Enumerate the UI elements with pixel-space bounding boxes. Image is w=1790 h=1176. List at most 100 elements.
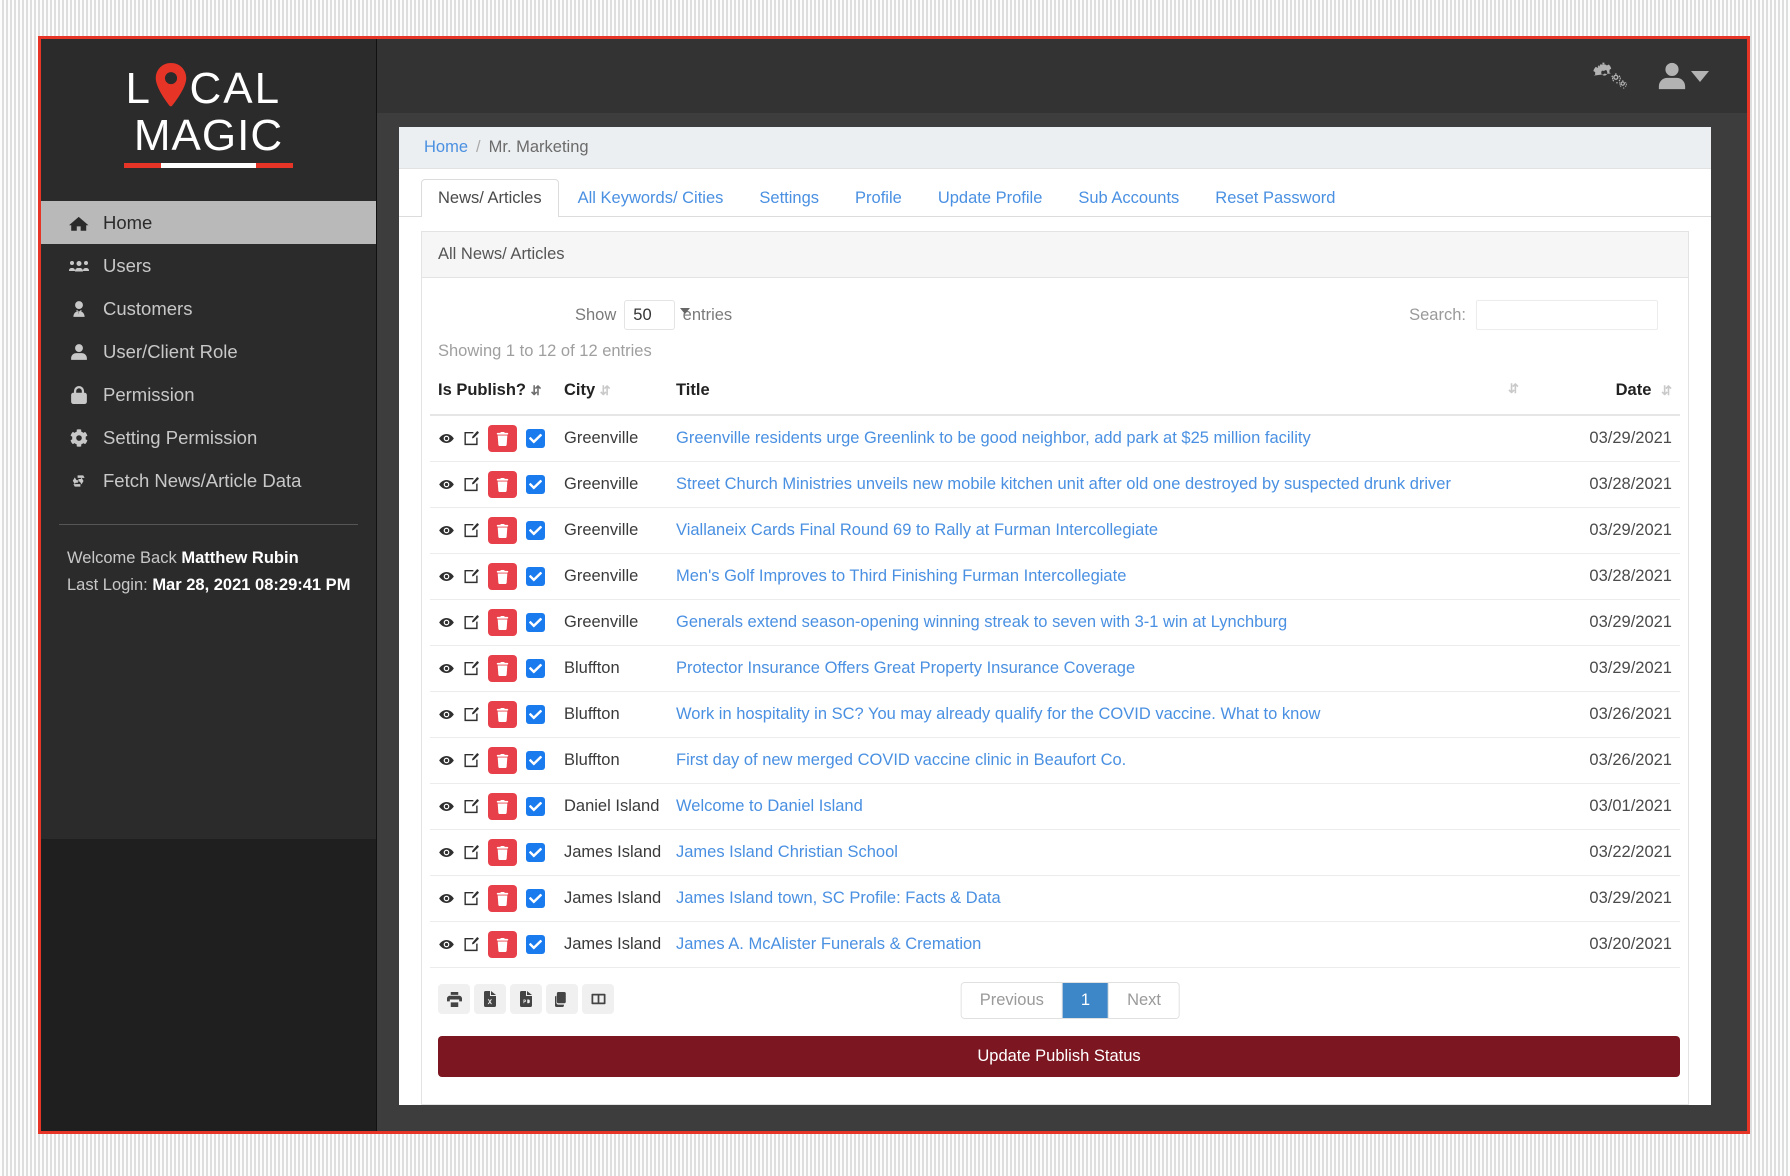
tab-reset-password[interactable]: Reset Password <box>1198 179 1352 217</box>
publish-checkbox[interactable] <box>526 521 545 540</box>
delete-button[interactable] <box>488 701 517 728</box>
view-icon[interactable] <box>438 708 455 721</box>
sidebar-item-fetch-news-article-data[interactable]: Fetch News/Article Data <box>41 459 376 502</box>
sidebar-item-users[interactable]: Users <box>41 244 376 287</box>
tab-settings[interactable]: Settings <box>742 179 836 217</box>
sidebar-item-home[interactable]: Home <box>41 201 376 244</box>
view-icon[interactable] <box>438 662 455 675</box>
page-length-select[interactable]: 50 <box>624 300 690 330</box>
edit-icon[interactable] <box>464 937 479 952</box>
delete-button[interactable] <box>488 747 517 774</box>
publish-checkbox[interactable] <box>526 935 545 954</box>
article-title-link[interactable]: James A. McAlister Funerals & Cremation <box>676 935 981 953</box>
view-icon[interactable] <box>438 892 455 905</box>
publish-checkbox[interactable] <box>526 797 545 816</box>
cell-city: James Island <box>558 921 670 968</box>
delete-button[interactable] <box>488 563 517 590</box>
publish-checkbox[interactable] <box>526 659 545 678</box>
tab-profile[interactable]: Profile <box>838 179 919 217</box>
cell-city: Greenville <box>558 507 670 554</box>
delete-button[interactable] <box>488 609 517 636</box>
view-icon[interactable] <box>438 754 455 767</box>
export-buttons <box>438 984 614 1014</box>
article-title-link[interactable]: Viallaneix Cards Final Round 69 to Rally… <box>676 521 1158 539</box>
search-input[interactable] <box>1476 300 1658 330</box>
tab-all-keywords-cities[interactable]: All Keywords/ Cities <box>561 179 741 217</box>
article-title-link[interactable]: Protector Insurance Offers Great Propert… <box>676 659 1135 677</box>
tab-news-articles[interactable]: News/ Articles <box>421 179 559 217</box>
edit-icon[interactable] <box>464 523 479 538</box>
view-icon[interactable] <box>438 938 455 951</box>
column-header-city[interactable]: City ⇵ <box>558 371 670 416</box>
article-title-link[interactable]: Street Church Ministries unveils new mob… <box>676 475 1451 493</box>
account-menu-button[interactable] <box>1657 61 1709 91</box>
sidebar-item-setting-permission[interactable]: Setting Permission <box>41 416 376 459</box>
view-icon[interactable] <box>438 846 455 859</box>
publish-checkbox[interactable] <box>526 751 545 770</box>
publish-checkbox[interactable] <box>526 705 545 724</box>
excel-file-icon[interactable] <box>474 984 506 1014</box>
view-icon[interactable] <box>438 616 455 629</box>
view-icon[interactable] <box>438 524 455 537</box>
delete-button[interactable] <box>488 931 517 958</box>
article-title-link[interactable]: James Island Christian School <box>676 843 898 861</box>
tab-sub-accounts[interactable]: Sub Accounts <box>1061 179 1196 217</box>
column-header-is-publish[interactable]: Is Publish? ⇵ <box>430 371 558 416</box>
delete-button[interactable] <box>488 793 517 820</box>
panel-body: Show 50 entries Search: Showing 1 to 12 … <box>422 278 1688 1104</box>
edit-icon[interactable] <box>464 799 479 814</box>
article-title-link[interactable]: Generals extend season-opening winning s… <box>676 613 1287 631</box>
publish-checkbox[interactable] <box>526 567 545 586</box>
edit-icon[interactable] <box>464 753 479 768</box>
update-publish-status-button[interactable]: Update Publish Status <box>438 1036 1680 1077</box>
cogs-icon[interactable] <box>1593 61 1627 91</box>
print-icon[interactable] <box>438 984 470 1014</box>
breadcrumb-home-link[interactable]: Home <box>424 138 468 157</box>
edit-icon[interactable] <box>464 431 479 446</box>
edit-icon[interactable] <box>464 891 479 906</box>
publish-checkbox[interactable] <box>526 429 545 448</box>
delete-button[interactable] <box>488 425 517 452</box>
article-title-link[interactable]: Work in hospitality in SC? You may alrea… <box>676 705 1320 723</box>
delete-button[interactable] <box>488 517 517 544</box>
column-header-title[interactable]: Title ⇵ <box>670 371 1530 416</box>
view-icon[interactable] <box>438 570 455 583</box>
article-title-link[interactable]: First day of new merged COVID vaccine cl… <box>676 751 1126 769</box>
edit-icon[interactable] <box>464 615 479 630</box>
delete-button[interactable] <box>488 885 517 912</box>
pagination-next[interactable]: Next <box>1109 983 1180 1018</box>
publish-checkbox[interactable] <box>526 843 545 862</box>
pdf-file-icon[interactable] <box>510 984 542 1014</box>
delete-button[interactable] <box>488 471 517 498</box>
delete-button[interactable] <box>488 655 517 682</box>
view-icon[interactable] <box>438 432 455 445</box>
cell-title: Viallaneix Cards Final Round 69 to Rally… <box>670 507 1530 554</box>
edit-icon[interactable] <box>464 845 479 860</box>
article-title-link[interactable]: Men's Golf Improves to Third Finishing F… <box>676 567 1126 585</box>
view-icon[interactable] <box>438 800 455 813</box>
tab-update-profile[interactable]: Update Profile <box>921 179 1060 217</box>
pagination-page-1[interactable]: 1 <box>1062 983 1110 1018</box>
brand-logo[interactable]: L CAL MAGIC <box>41 39 376 179</box>
user-icon <box>67 343 91 361</box>
publish-checkbox[interactable] <box>526 889 545 908</box>
view-icon[interactable] <box>438 478 455 491</box>
columns-icon[interactable] <box>582 984 614 1014</box>
article-title-link[interactable]: Welcome to Daniel Island <box>676 797 863 815</box>
publish-checkbox[interactable] <box>526 475 545 494</box>
sidebar-item-user-client-role[interactable]: User/Client Role <box>41 330 376 373</box>
edit-icon[interactable] <box>464 661 479 676</box>
sidebar-item-permission[interactable]: Permission <box>41 373 376 416</box>
article-title-link[interactable]: James Island town, SC Profile: Facts & D… <box>676 889 1001 907</box>
publish-checkbox[interactable] <box>526 613 545 632</box>
article-title-link[interactable]: Greenville residents urge Greenlink to b… <box>676 429 1311 447</box>
edit-icon[interactable] <box>464 569 479 584</box>
delete-button[interactable] <box>488 839 517 866</box>
column-header-date[interactable]: Date ⇵ <box>1530 371 1680 416</box>
cell-date: 03/20/2021 <box>1530 921 1680 968</box>
edit-icon[interactable] <box>464 707 479 722</box>
pagination-previous[interactable]: Previous <box>961 983 1063 1018</box>
edit-icon[interactable] <box>464 477 479 492</box>
copy-icon[interactable] <box>546 984 578 1014</box>
sidebar-item-customers[interactable]: Customers <box>41 287 376 330</box>
